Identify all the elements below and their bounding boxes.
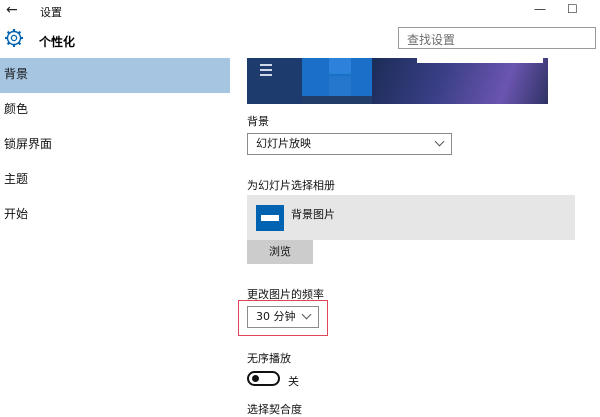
window-title: 设置 bbox=[40, 6, 62, 19]
chevron-down-icon bbox=[434, 136, 445, 147]
preview-tile bbox=[329, 58, 351, 74]
shuffle-toggle[interactable] bbox=[247, 371, 280, 386]
folder-icon bbox=[256, 205, 284, 231]
fit-section-label: 选择契合度 bbox=[247, 403, 302, 416]
background-preview bbox=[247, 58, 548, 104]
sidebar: 背景 颜色 锁屏界面 主题 开始 bbox=[0, 58, 230, 233]
shuffle-label: 无序播放 bbox=[247, 352, 291, 365]
shuffle-state-label: 关 bbox=[288, 375, 299, 388]
sidebar-item-start[interactable]: 开始 bbox=[0, 198, 230, 233]
sidebar-item-colors[interactable]: 颜色 bbox=[0, 93, 230, 128]
back-arrow-icon[interactable]: ← bbox=[6, 2, 18, 18]
frequency-dropdown[interactable]: 30 分钟 bbox=[247, 306, 319, 328]
album-label: 为幻灯片选择相册 bbox=[247, 179, 335, 192]
gear-icon bbox=[5, 29, 23, 47]
chevron-down-icon bbox=[301, 309, 312, 320]
album-item[interactable]: 背景图片 bbox=[247, 195, 575, 240]
album-name: 背景图片 bbox=[291, 208, 335, 221]
preview-wallpaper bbox=[372, 58, 548, 104]
toggle-knob bbox=[252, 375, 259, 382]
sidebar-item-themes[interactable]: 主题 bbox=[0, 163, 230, 198]
preview-tile bbox=[329, 76, 351, 96]
maximize-button[interactable]: ☐ bbox=[567, 2, 578, 16]
frequency-dropdown-value: 30 分钟 bbox=[256, 310, 296, 323]
background-label: 背景 bbox=[247, 115, 269, 128]
search-input[interactable]: 查找设置 bbox=[398, 27, 596, 49]
background-dropdown[interactable]: 幻灯片放映 bbox=[247, 133, 452, 155]
preview-taskbar bbox=[247, 58, 302, 104]
page-title: 个性化 bbox=[39, 35, 76, 49]
minimize-button[interactable]: — bbox=[534, 2, 546, 16]
sidebar-item-background[interactable]: 背景 bbox=[0, 58, 230, 93]
background-dropdown-value: 幻灯片放映 bbox=[256, 137, 311, 150]
hamburger-menu-icon bbox=[260, 64, 272, 79]
browse-button[interactable]: 浏览 bbox=[247, 240, 313, 264]
title-bar: ← 设置 — ☐ bbox=[0, 0, 600, 22]
preview-window-bar bbox=[417, 58, 543, 63]
sidebar-item-lock-screen[interactable]: 锁屏界面 bbox=[0, 128, 230, 163]
